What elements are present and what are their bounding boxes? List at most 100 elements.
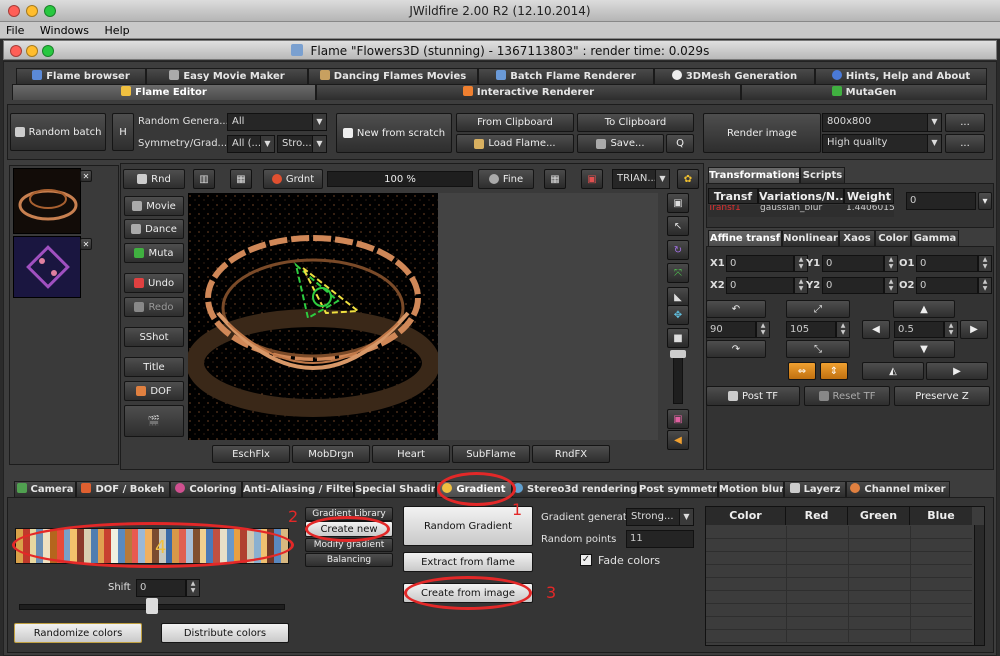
move-right-button[interactable]: ▶: [960, 320, 988, 339]
palette-icon[interactable]: ▣: [667, 409, 689, 429]
tab-anti-aliasing[interactable]: Anti-Aliasing / Filter: [242, 481, 354, 497]
thumbnail-2[interactable]: [13, 236, 81, 298]
shift-input[interactable]: 0: [136, 579, 186, 597]
mirror-right-button[interactable]: ▶: [926, 362, 988, 380]
from-clipboard-button[interactable]: From Clipboard: [456, 113, 574, 132]
o2-input[interactable]: 0: [916, 277, 978, 294]
table-row[interactable]: [706, 617, 972, 630]
render-canvas[interactable]: [188, 193, 438, 440]
o1-spinner[interactable]: ▲ ▼: [978, 255, 992, 272]
tab-post-symmetry[interactable]: Post symmetry: [638, 481, 718, 497]
grdnt-button[interactable]: Grdnt: [263, 169, 323, 189]
menu-windows[interactable]: Windows: [34, 22, 95, 39]
tab-xaos[interactable]: Xaos: [839, 230, 875, 246]
minimize-window-button[interactable]: [26, 5, 38, 17]
play-icon[interactable]: ◀: [667, 430, 689, 450]
tab-dancing-flames[interactable]: Dancing Flames Movies: [308, 68, 478, 84]
table-row[interactable]: Transf1 gaussian_blur 1.44060154: [708, 205, 894, 217]
color-wheel-icon[interactable]: ✿: [677, 169, 699, 189]
rotate-amount-spinner[interactable]: ▲ ▼: [756, 321, 770, 338]
dance-button[interactable]: Dance: [124, 219, 184, 239]
tab-camera[interactable]: Camera: [14, 481, 76, 497]
transform-mode-icon[interactable]: ▣: [667, 193, 689, 213]
tab-scripts[interactable]: Scripts: [800, 167, 845, 183]
tab-mutagen[interactable]: MutaGen: [741, 84, 987, 100]
zoom-slider-track[interactable]: [673, 354, 683, 404]
histogram-icon[interactable]: ▥: [193, 169, 215, 189]
gradient-generator-select[interactable]: Strong... ▼: [626, 508, 694, 526]
load-flame-button[interactable]: Load Flame...: [456, 134, 574, 153]
table-row[interactable]: [706, 565, 972, 578]
tab-interactive-renderer[interactable]: Interactive Renderer: [316, 84, 741, 100]
rotate-left-button[interactable]: ↶: [706, 300, 766, 318]
tab-affine-transf[interactable]: Affine transf: [708, 230, 782, 246]
inner-close-button[interactable]: [10, 45, 22, 57]
y1-spinner[interactable]: ▲ ▼: [884, 255, 898, 272]
reset-tf-button[interactable]: Reset TF: [804, 386, 890, 406]
flip-horizontal-button[interactable]: ⇔: [788, 362, 816, 380]
resolution-select[interactable]: 800x800 ▼: [822, 113, 942, 132]
fine-button[interactable]: Fine: [478, 169, 534, 189]
fade-colors-checkbox[interactable]: ✓: [580, 554, 592, 566]
scale-up-button[interactable]: ⤢: [786, 300, 850, 318]
rotate-right-button[interactable]: ↷: [706, 340, 766, 358]
inner-minimize-button[interactable]: [26, 45, 38, 57]
dof-button[interactable]: DOF: [124, 381, 184, 401]
heart-button[interactable]: Heart: [372, 445, 450, 463]
mirror-left-button[interactable]: ◭: [862, 362, 924, 380]
new-from-scratch-button[interactable]: New from scratch: [336, 113, 452, 153]
pointer-icon[interactable]: ↖: [667, 216, 689, 236]
o1-input[interactable]: 0: [916, 255, 978, 272]
move-icon[interactable]: ✥: [667, 305, 689, 325]
tab-hints-help[interactable]: Hints, Help and About: [815, 68, 987, 84]
tab-gamma[interactable]: Gamma: [911, 230, 959, 246]
symmetry-select[interactable]: All (... ▼: [227, 135, 275, 153]
table-row[interactable]: [706, 578, 972, 591]
table-row[interactable]: [706, 591, 972, 604]
tab-3dmesh[interactable]: 3DMesh Generation: [654, 68, 815, 84]
distribute-colors-button[interactable]: Distribute colors: [161, 623, 289, 643]
tab-special-shading[interactable]: Special Shading: [354, 481, 436, 497]
grid-icon[interactable]: ▦: [544, 169, 566, 189]
close-thumbnail-2-button[interactable]: ✕: [80, 238, 92, 250]
undo-button[interactable]: Undo: [124, 273, 184, 293]
tab-easy-movie-maker[interactable]: Easy Movie Maker: [146, 68, 308, 84]
o2-spinner[interactable]: ▲ ▼: [978, 277, 992, 294]
y1-input[interactable]: 0: [822, 255, 884, 272]
preserve-z-button[interactable]: Preserve Z: [894, 386, 990, 406]
quality-edit-button[interactable]: ...: [945, 134, 985, 153]
shear-icon[interactable]: ◣: [667, 287, 689, 307]
checker-icon[interactable]: ▦: [230, 169, 252, 189]
rndfx-button[interactable]: RndFX: [532, 445, 610, 463]
eschflx-button[interactable]: EschFlx: [212, 445, 290, 463]
tab-stereo3d[interactable]: Stereo3d rendering: [512, 481, 638, 497]
tab-motion-blur[interactable]: Motion blur: [718, 481, 784, 497]
subflame-button[interactable]: SubFlame: [452, 445, 530, 463]
scale-amount-spinner[interactable]: ▲ ▼: [836, 321, 850, 338]
rotate-icon[interactable]: ↻: [667, 240, 689, 260]
move-left-button[interactable]: ◀: [862, 320, 890, 339]
square-icon[interactable]: ■: [667, 328, 689, 348]
transform-weight-input[interactable]: 0: [906, 192, 976, 210]
random-batch-button[interactable]: Random batch: [10, 113, 106, 151]
rotate-amount-input[interactable]: 90: [706, 321, 756, 338]
y2-input[interactable]: 0: [822, 277, 884, 294]
title-button[interactable]: Title: [124, 357, 184, 377]
extract-from-flame-button[interactable]: Extract from flame: [403, 552, 533, 572]
tab-flame-browser[interactable]: Flame browser: [16, 68, 146, 84]
zoom-window-button[interactable]: [44, 5, 56, 17]
tab-color[interactable]: Color: [875, 230, 911, 246]
gradient-strength-select[interactable]: Stro... ▼: [277, 135, 327, 153]
color-table-scrollbar[interactable]: [974, 525, 984, 645]
muta-button[interactable]: Muta: [124, 243, 184, 263]
table-row[interactable]: [706, 552, 972, 565]
mobdrgn-button[interactable]: MobDrgn: [292, 445, 370, 463]
quality-select[interactable]: High quality ▼: [822, 134, 942, 153]
tab-batch-renderer[interactable]: Batch Flame Renderer: [478, 68, 654, 84]
random-points-input[interactable]: 11: [626, 530, 694, 548]
move-amount-input[interactable]: 0.5: [894, 321, 944, 338]
tab-flame-editor[interactable]: Flame Editor: [12, 84, 316, 100]
tab-dof-bokeh[interactable]: DOF / Bokeh: [76, 481, 170, 497]
table-row[interactable]: [706, 630, 972, 643]
to-clipboard-button[interactable]: To Clipboard: [577, 113, 694, 132]
